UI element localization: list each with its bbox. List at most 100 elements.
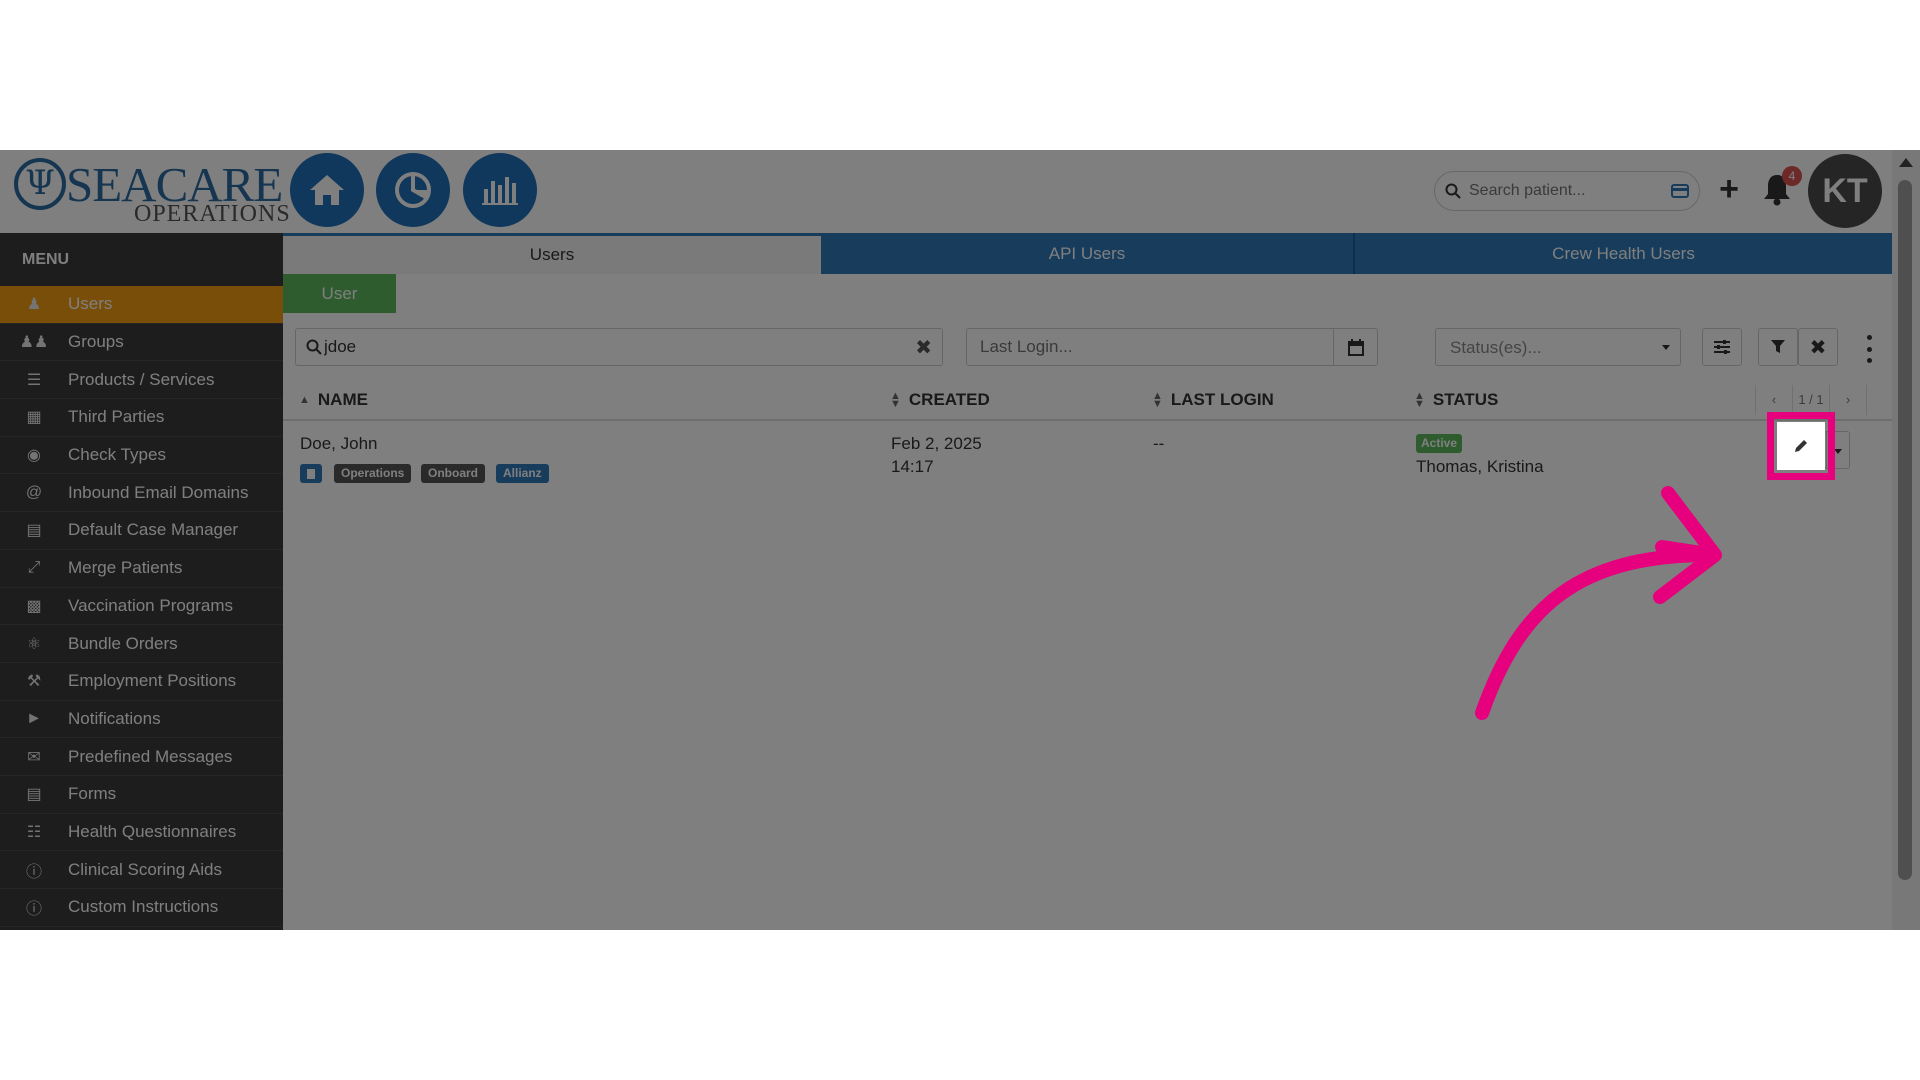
sidebar-item-label: Health Questionnaires	[68, 821, 237, 841]
list-icon: ☰	[26, 371, 42, 389]
user-search-field[interactable]: ✖	[295, 328, 943, 366]
plus-icon: +	[1719, 170, 1739, 208]
last-login-input[interactable]	[980, 337, 1340, 357]
sort-icon: ▲ ▼	[1152, 390, 1163, 410]
pointer-arrow-icon	[1475, 486, 1722, 720]
tab-crew-health-users[interactable]: Crew Health Users	[1355, 233, 1892, 274]
sidebar-item-label: Products / Services	[68, 369, 215, 389]
prev-page-button[interactable]: ‹	[1755, 385, 1792, 415]
at-icon: @	[25, 483, 43, 501]
page-scrollbar[interactable]	[1892, 150, 1920, 930]
id-card-icon: ▤	[26, 522, 42, 540]
column-settings-button[interactable]	[1702, 328, 1742, 366]
notification-badge: 4	[1782, 166, 1802, 186]
search-icon	[306, 339, 322, 355]
sidebar-item-label: Groups	[68, 332, 124, 352]
group-tag: Operations	[334, 464, 412, 483]
next-page-button[interactable]: ›	[1829, 385, 1867, 415]
sidebar-item-notifications[interactable]: ► Notifications	[0, 701, 283, 739]
user-avatar[interactable]: KT	[1808, 154, 1882, 228]
list-alt-icon: ☷	[26, 823, 42, 841]
sidebar-item-bundle-orders[interactable]: ⚛ Bundle Orders	[0, 625, 283, 663]
user-type-icon	[300, 464, 322, 483]
reports-button[interactable]	[463, 153, 537, 227]
file-icon: ▤	[26, 786, 42, 804]
status-filter-select[interactable]: Status(es)...	[1435, 328, 1681, 366]
group-tag: Onboard	[421, 464, 485, 483]
filter-icon	[1771, 340, 1785, 353]
column-name[interactable]: ▲ NAME	[299, 390, 368, 410]
filter-bar: ✖ Status(es)... ✖	[283, 313, 1892, 377]
column-created[interactable]: ▲ ▼ CREATED	[890, 390, 990, 410]
dashboard-button[interactable]	[376, 153, 450, 227]
home-button[interactable]	[290, 153, 364, 227]
column-last-login[interactable]: ▲ ▼ LAST LOGIN	[1152, 390, 1274, 410]
briefcase-icon: ▩	[26, 597, 42, 615]
card-icon[interactable]	[1671, 184, 1689, 198]
sort-icon: ▲ ▼	[1414, 390, 1425, 410]
sidebar-item-check-types[interactable]: ◉ Check Types	[0, 437, 283, 475]
user-icon: ♟	[26, 296, 42, 314]
user-name[interactable]: Doe, John	[300, 434, 378, 454]
sidebar-item-label: Third Parties	[68, 407, 165, 427]
tab-api-users[interactable]: API Users	[821, 233, 1355, 274]
status-badge: Active	[1416, 434, 1463, 453]
sidebar-item-merge-patients[interactable]: ⤢ Merge Patients	[0, 550, 283, 588]
patient-search-input[interactable]	[1469, 180, 1659, 202]
calendar-button[interactable]	[1333, 329, 1377, 365]
close-icon: ✖	[1809, 336, 1827, 359]
menu-title: MENU	[22, 251, 70, 268]
sidebar-item-label: Custom Instructions	[68, 897, 219, 917]
subtab-user[interactable]: User	[283, 274, 396, 313]
sidebar-item-vaccination-programs[interactable]: ▩ Vaccination Programs	[0, 588, 283, 626]
sidebar-item-label: Default Case Manager	[68, 520, 239, 540]
sidebar-item-predefined-messages[interactable]: ✉ Predefined Messages	[0, 738, 283, 776]
sidebar-item-employment-positions[interactable]: ⚒ Employment Positions	[0, 663, 283, 701]
sliders-icon	[1714, 340, 1730, 354]
sidebar-item-products-services[interactable]: ☰ Products / Services	[0, 361, 283, 400]
notifications-button[interactable]: 4	[1762, 166, 1802, 208]
sidebar-item-default-case-manager[interactable]: ▤ Default Case Manager	[0, 512, 283, 550]
sidebar-item-third-parties[interactable]: ▦ Third Parties	[0, 399, 283, 437]
client-tag: Allianz	[496, 464, 549, 483]
scroll-up-arrow[interactable]	[1899, 158, 1913, 167]
sidebar-item-users[interactable]: ♟ Users	[0, 286, 283, 324]
scroll-thumb[interactable]	[1898, 180, 1912, 880]
user-type-tabs: Users API Users Crew Health Users	[283, 233, 1892, 274]
highlight-frame	[1767, 412, 1835, 480]
add-button[interactable]: +	[1714, 172, 1744, 206]
chevron-down-icon	[1834, 449, 1842, 454]
info-icon: ⓘ	[25, 863, 42, 881]
sidebar-item-custom-instructions[interactable]: ⓘ Custom Instructions	[0, 889, 283, 927]
sidebar-item-clinical-scoring-aids[interactable]: ⓘ Clinical Scoring Aids	[0, 851, 283, 889]
sidebar-item-inbound-email-domains[interactable]: @ Inbound Email Domains	[0, 474, 283, 513]
envelope-icon: ✉	[27, 748, 41, 766]
users-icon: ♟♟	[19, 334, 49, 352]
sidebar-item-label: Check Types	[68, 445, 166, 465]
last-login-filter[interactable]	[966, 328, 1378, 366]
sidebar-item-health-questionnaires[interactable]: ☷ Health Questionnaires	[0, 814, 283, 852]
sidebar-item-groups[interactable]: ♟♟ Groups	[0, 324, 283, 362]
search-icon	[1445, 183, 1461, 199]
patient-search[interactable]	[1434, 171, 1700, 211]
sidebar-item-label: Inbound Email Domains	[68, 482, 249, 502]
pagination: ‹ 1 / 1 ›	[1755, 385, 1867, 415]
more-options-icon[interactable]	[1863, 335, 1875, 363]
tab-users[interactable]: Users	[283, 233, 821, 274]
bar-chart-icon	[482, 177, 518, 205]
seacare-logo[interactable]: Ψ SEACARE OPERATIONS	[14, 154, 290, 226]
last-login-value: --	[1153, 434, 1165, 453]
sort-asc-icon: ▲	[299, 394, 310, 406]
pie-chart-icon	[395, 172, 431, 208]
app-window: Ψ SEACARE OPERATIONS + 4 KT MENU ♟ Users …	[0, 150, 1920, 930]
filter-button[interactable]	[1758, 328, 1798, 366]
info-icon: ⓘ	[25, 901, 42, 919]
sidebar-item-label: Bundle Orders	[68, 633, 178, 653]
clear-filters-button[interactable]: ✖	[1798, 328, 1838, 366]
sidebar-item-forms[interactable]: ▤ Forms	[0, 776, 283, 814]
trident-logo-icon: Ψ	[14, 158, 66, 210]
bullhorn-icon: ►	[26, 709, 42, 727]
user-search-input[interactable]	[324, 337, 884, 357]
clear-search-icon[interactable]: ✖	[915, 335, 932, 360]
building-icon: ▦	[26, 409, 42, 427]
